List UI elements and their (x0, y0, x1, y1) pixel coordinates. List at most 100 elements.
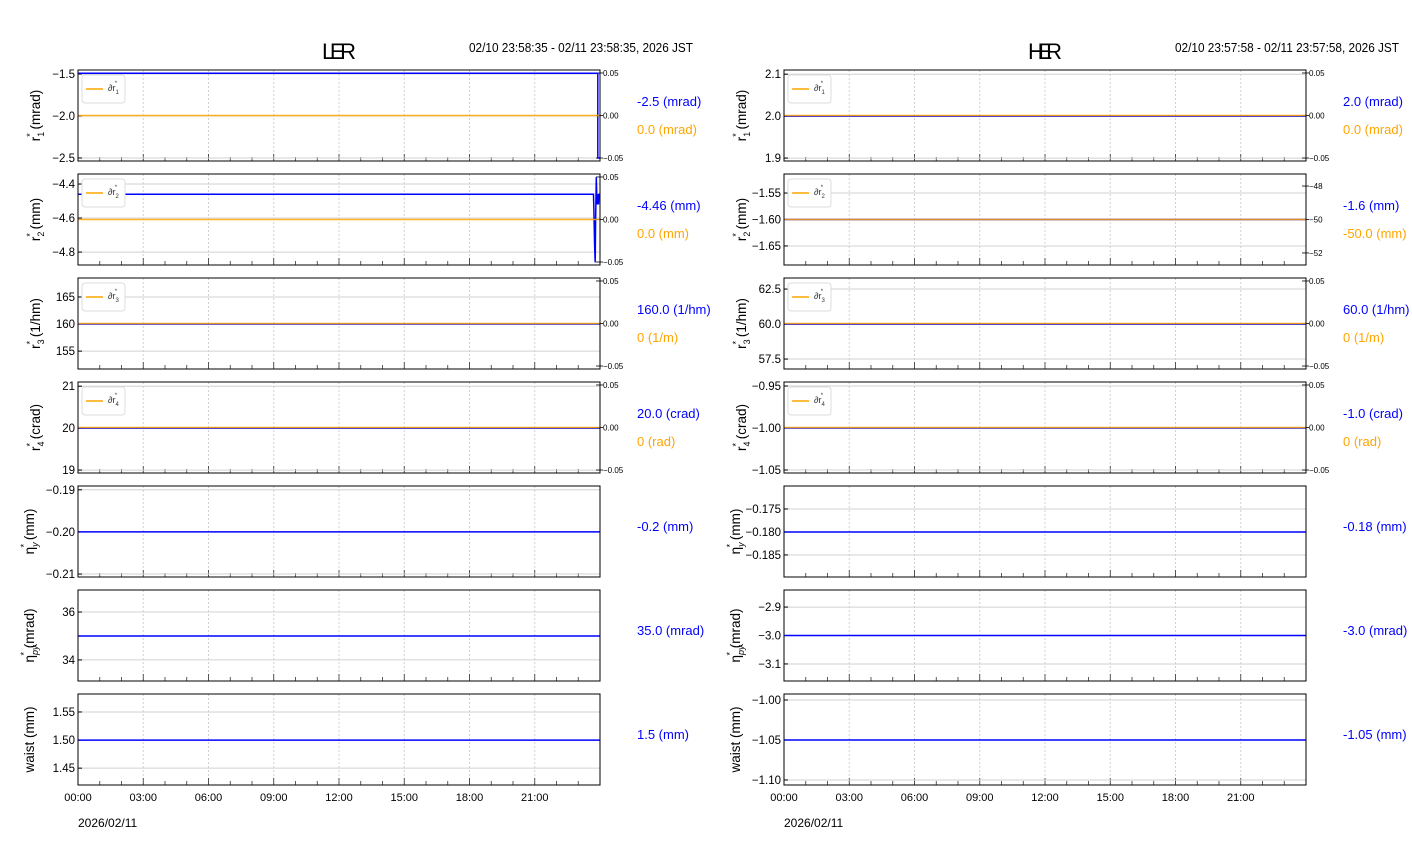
x-tick-label: 09:00 (260, 792, 288, 804)
panel-6: 34 36 ηpy* (mrad) 35.0 (mrad) (19, 589, 704, 682)
right-y-tick-label: 0.00 (603, 216, 619, 225)
legend: ∂r4* (81, 386, 126, 416)
y-tick-label: −3.0 (758, 631, 781, 643)
right-y-tick-label: 0.00 (603, 112, 619, 121)
y-tick-label: 36 (62, 607, 75, 619)
current-value-blue: -1.6 (mm) (1343, 198, 1399, 213)
y-tick-label: −0.175 (746, 504, 782, 516)
panel-7: −1.10 −1.05 −1.00 waist (mm) -1.05 (mm) 00:00… (728, 693, 1407, 830)
right-y-tick-label: −0.05 (1309, 154, 1330, 163)
y-tick-label: 62.5 (759, 284, 781, 296)
current-value-blue: -4.46 (mm) (637, 198, 701, 213)
y-tick-label: −4.4 (52, 179, 75, 191)
y-tick-label: −1.05 (752, 735, 781, 747)
panel-4: −1.05 −1.00 −0.95 −0.05 0.00 0.05 ∂r4* r4* (cra… (731, 381, 1403, 477)
y-tick-label: 1.9 (765, 153, 781, 165)
legend: ∂r2* (787, 178, 832, 208)
her-column: HER 02/10 23:57:58 - 02/11 23:57:58, 2026… (725, 39, 1409, 830)
right-y-tick-label: −50 (1309, 216, 1323, 225)
y-axis-label: ηy* (mm) (725, 509, 746, 555)
current-value-blue: 35.0 (mrad) (637, 623, 704, 638)
current-value-blue: 1.5 (mm) (637, 727, 689, 742)
y-tick-label: 57.5 (759, 354, 781, 366)
y-tick-label: −1.00 (752, 423, 781, 435)
y-tick-label: 60.0 (759, 319, 781, 331)
right-y-tick-label: 0.05 (1309, 277, 1325, 286)
x-tick-label: 15:00 (390, 792, 418, 804)
current-value-blue: -0.2 (mm) (637, 519, 693, 534)
current-value-blue: -2.5 (mrad) (637, 94, 701, 109)
y-tick-label: −1.5 (52, 69, 75, 81)
x-tick-label: 06:00 (901, 792, 929, 804)
legend: ∂r3* (787, 282, 832, 312)
x-tick-label: 00:00 (64, 792, 92, 804)
right-y-tick-label: −0.05 (1309, 362, 1330, 371)
date-label: 2026/02/11 (78, 816, 137, 830)
panel-4: 19 20 21 −0.05 0.00 0.05 ∂r4* r4* (crad) 20.0 (c… (25, 381, 700, 477)
x-tick-label: 15:00 (1096, 792, 1124, 804)
date-label: 2026/02/11 (784, 816, 843, 830)
y-tick-label: 34 (62, 655, 75, 667)
current-value-orange: 0.0 (mrad) (637, 122, 697, 137)
panel-5: −0.185 −0.180 −0.175ηy* (mm) -0.18 (mm) (725, 485, 1407, 578)
x-tick-label: 06:00 (195, 792, 223, 804)
y-tick-label: 2.1 (765, 69, 781, 81)
x-tick-label: 00:00 (770, 792, 798, 804)
x-tick-label: 21:00 (521, 792, 549, 804)
legend: ∂r1* (787, 74, 832, 104)
current-value-blue: 20.0 (crad) (637, 406, 700, 421)
x-tick-label: 18:00 (456, 792, 484, 804)
y-tick-label: −4.8 (52, 247, 75, 259)
panel-5: −0.21 −0.20 −0.19 ηy* (mm) -0.2 (mm) (19, 485, 693, 581)
y-tick-label: −0.180 (746, 527, 782, 539)
y-tick-label: −0.21 (46, 569, 75, 581)
time-range: 02/10 23:57:58 - 02/11 23:57:58, 2026 JS… (1175, 40, 1399, 55)
right-y-tick-label: 0.05 (603, 69, 619, 78)
current-value-blue: 60.0 (1/hm) (1343, 302, 1409, 317)
panel-2: −4.8 −4.6 −4.4 −0.05 0.00 0.05 ∂r2* r2* (mm) -4.… (25, 173, 701, 267)
right-y-tick-label: 0.00 (1309, 424, 1325, 433)
chart-title: HER (1028, 39, 1062, 64)
right-y-tick-label: 0.00 (603, 424, 619, 433)
y-tick-label: −1.05 (752, 465, 781, 477)
y-tick-label: −2.0 (52, 111, 75, 123)
y-tick-label: 1.45 (53, 763, 75, 775)
right-y-tick-label: −0.05 (603, 154, 624, 163)
y-axis-label: ηy* (mm) (19, 509, 40, 555)
y-tick-label: 1.50 (53, 735, 75, 747)
y-tick-label: −0.185 (746, 550, 782, 562)
y-tick-label: −1.00 (752, 695, 781, 707)
y-tick-label: −2.5 (52, 153, 75, 165)
right-y-tick-label: 0.05 (603, 381, 619, 390)
y-axis-label: r1* (mrad) (731, 90, 752, 142)
y-axis-label: r1* (mrad) (25, 90, 46, 142)
right-y-tick-label: −0.05 (603, 466, 624, 475)
legend: ∂r1* (81, 74, 126, 104)
x-tick-label: 09:00 (966, 792, 994, 804)
y-tick-label: −1.65 (752, 241, 781, 253)
current-value-orange: 0.0 (mrad) (1343, 122, 1403, 137)
time-range: 02/10 23:58:35 - 02/11 23:58:35, 2026 JS… (469, 40, 693, 55)
panel-6: −3.1 −3.0 −2.9 ηpy* (mrad) -3.0 (mrad) (725, 589, 1407, 682)
y-axis-label: r3* (1/hm) (25, 298, 46, 349)
current-value-orange: 0 (rad) (637, 434, 675, 449)
y-tick-label: 155 (56, 346, 75, 358)
y-tick-label: −1.10 (752, 775, 781, 787)
y-tick-label: −3.1 (758, 659, 781, 671)
y-tick-label: −4.6 (52, 213, 75, 225)
right-y-tick-label: 0.05 (1309, 381, 1325, 390)
legend: ∂r2* (81, 178, 126, 208)
panel-2: −1.65 −1.60 −1.55 −52 −50 −48 ∂r2* r2* (mm) -1.6… (731, 173, 1407, 266)
panel-3: 57.5 60.0 62.5 −0.05 0.00 0.05 ∂r3* r3* (1/hm) 6… (731, 277, 1409, 371)
current-value-orange: 0 (rad) (1343, 434, 1381, 449)
panel-1: 1.9 2.0 2.1 −0.05 0.00 0.05 ∂r1* r1* (mrad) 2.0 … (731, 69, 1403, 165)
y-tick-label: 1.55 (53, 707, 75, 719)
y-axis-label: r2* (mm) (25, 198, 46, 241)
x-tick-label: 12:00 (1031, 792, 1059, 804)
right-y-tick-label: −0.05 (603, 258, 624, 267)
current-value-blue: -1.0 (crad) (1343, 406, 1403, 421)
y-tick-label: −2.9 (758, 602, 781, 614)
y-axis-label: r2* (mm) (731, 198, 752, 241)
right-y-tick-label: 0.05 (603, 277, 619, 286)
right-y-tick-label: −0.05 (603, 362, 624, 371)
